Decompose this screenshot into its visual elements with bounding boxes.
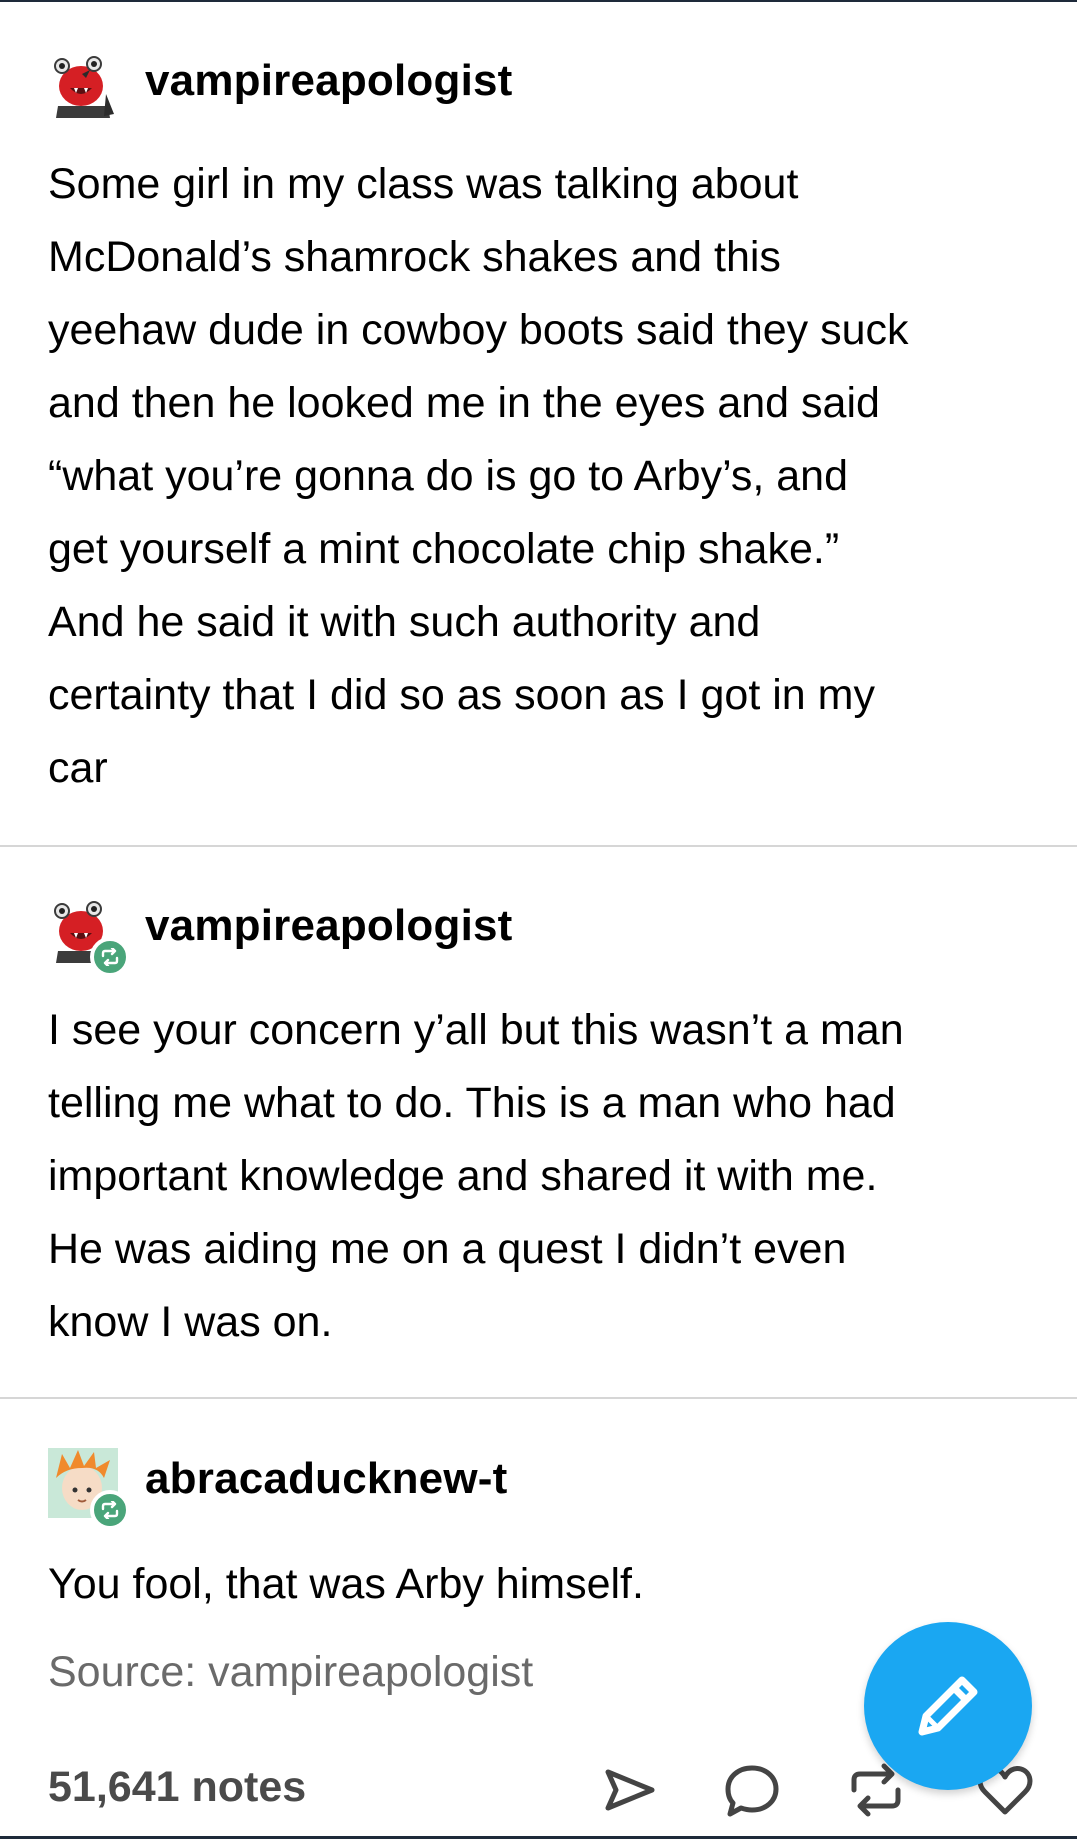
source-link[interactable]: Source: vampireapologist [48,1648,533,1697]
post-body-text: I see your concern y’all but this wasn’t… [48,1006,904,1346]
share-icon[interactable] [600,1760,660,1820]
notes-count[interactable]: 51,641 notes [48,1763,306,1812]
reblog-badge-icon [90,937,130,977]
red-monster-avatar[interactable] [48,50,118,120]
post-author-row[interactable]: abracaducknew-t [48,1448,1048,1530]
post-username[interactable]: vampireapologist [145,56,513,106]
post-author-row[interactable]: vampireapologist [48,895,1048,977]
post-divider [0,1397,1077,1399]
post-username[interactable]: abracaducknew-t [145,1454,507,1504]
post-body-text: You fool, that was Arby himself. [48,1560,644,1608]
post-divider [0,845,1077,847]
post-author-row[interactable]: vampireapologist [48,50,1048,120]
top-edge [0,0,1077,2]
reply-icon[interactable] [722,1760,782,1820]
post-username[interactable]: vampireapologist [145,901,513,951]
reblog-badge-icon [90,1490,130,1530]
compose-button[interactable] [864,1622,1032,1790]
post-body-text: Some girl in my class was talking about … [48,160,909,792]
